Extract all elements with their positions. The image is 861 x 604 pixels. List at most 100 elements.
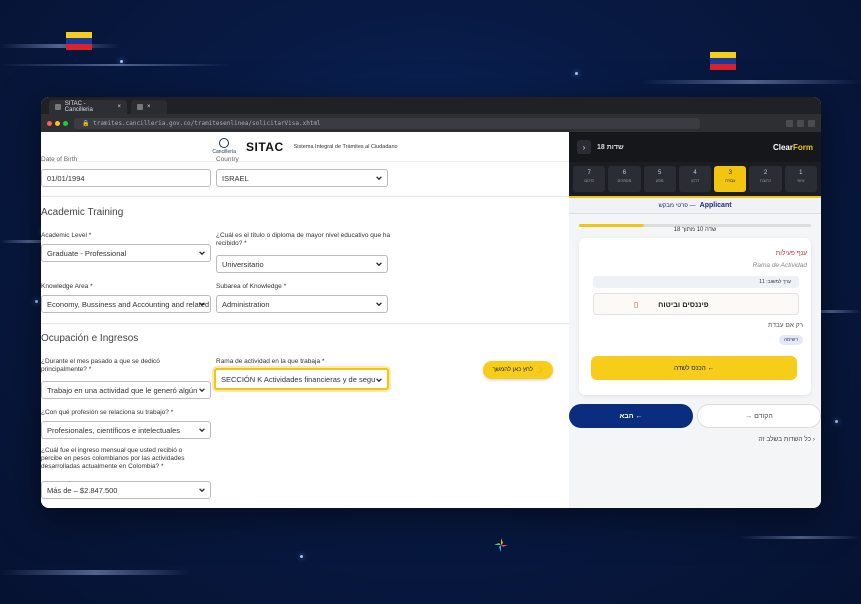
maximize-window-icon[interactable] [63,120,68,126]
feedback-hint: ערך למשוב: 11 [593,276,799,288]
step-number: 1 [799,170,803,176]
condition-note: רק אם עבדת [768,322,803,329]
extension-icon[interactable] [797,119,804,127]
step-tab[interactable]: 6 מסמכים [608,166,641,192]
step-tabs: 7 סיכום 6 מסמכים 5 מסע 4 דרכון 3 עבודה 2 כתובת 1 אישי [569,162,821,198]
extension-icon[interactable] [808,119,815,127]
cancilleria-logo: Cancillería [212,138,236,155]
minimize-window-icon[interactable] [55,120,60,126]
chevron-down-icon [199,428,205,433]
logo-clear: Clear [772,142,793,152]
step-number: 7 [587,170,591,176]
academic-level-label: Academic Level * [41,232,92,239]
activity-select[interactable]: Trabajo en una actividad que le generó a… [41,381,211,399]
applicant-bar: פרטי מבקש — Applicant [569,198,821,214]
knowledge-area-label: Knowledge Area * [41,283,93,290]
colombia-flag-icon [66,32,92,50]
profession-value: Profesionales, científicos e intelectual… [47,425,180,435]
url-text: tramites.cancilleria.gov.co/tramitesenli… [93,119,321,127]
step-number: 2 [763,170,768,176]
extension-icon[interactable] [786,119,793,127]
field-label-hebrew: ענף פעילות [775,250,807,257]
knowledge-area-select[interactable]: Economy, Bussiness and Accounting and re… [41,295,211,313]
country-select[interactable]: ISRAEL [216,169,388,187]
academic-section-title: Academic Training [41,207,124,218]
field-value: פיננסים וביטוח [658,299,709,309]
favicon-icon [55,104,61,110]
step-tab[interactable]: 4 דרכון [678,166,712,192]
close-icon[interactable]: × [147,104,151,110]
fill-field-button[interactable]: הכנס לשדה ← [591,356,797,380]
seal-icon [219,138,230,148]
light-streak [0,570,190,575]
chevron-right-icon[interactable]: › [577,140,591,154]
favicon-icon [137,104,143,110]
light-streak [0,64,230,66]
extensions [786,119,815,127]
academic-level-select[interactable]: Graduate - Professional [41,244,211,262]
url-field[interactable]: 🔒 tramites.cancilleria.gov.co/tramitesen… [74,117,700,129]
step-label: עבודה [725,178,736,183]
browser-tab[interactable]: × [131,100,167,114]
hand-pointer-icon: 👉 [535,367,544,374]
birth-date-input[interactable]: 01/01/1994 [41,169,211,187]
chevron-down-icon [199,302,205,307]
step-label: אישי [797,178,805,183]
degree-select[interactable]: Universitario [216,255,388,273]
step-label: כתובת [760,178,772,183]
chevron-down-icon [376,378,382,383]
step-tab[interactable]: 2 כתובת [749,166,782,192]
applicant-label: Applicant [699,202,732,209]
applicant-note: פרטי מבקש — [658,202,696,209]
browser-tabbar: SITAC - Cancilleria × × [41,97,821,114]
light-streak [640,80,861,84]
subarea-select[interactable]: Administration [216,295,388,313]
divider [41,323,569,324]
branch-select[interactable]: SECCIÓN K Actividades financieras y de s… [214,368,389,390]
browser-tab[interactable]: SITAC - Cancilleria × [49,100,127,114]
colombia-flag-icon [710,52,736,70]
browser-window: SITAC - Cancilleria × × 🔒 tramites.canci… [41,97,821,508]
country-label: Country [216,156,239,163]
field-value-box[interactable]: ▯ פיננסים וביטוח [593,293,799,315]
step-number: 6 [622,170,627,176]
profession-select[interactable]: Profesionales, científicos e intelectual… [41,421,211,439]
step-tab[interactable]: 7 סיכום [573,166,606,192]
country-value: ISRAEL [222,173,249,183]
step-tab[interactable]: 3 עבודה [714,166,747,192]
step-label: מסע [655,178,664,183]
sitac-logo: SITAC [246,139,284,154]
next-button[interactable]: הבא ← [569,404,693,428]
all-fields-link[interactable]: כל השדות בשלב זה › [758,436,815,443]
chevron-down-icon [376,262,382,267]
fields-count: 18 שדות [597,143,624,151]
income-label: ¿Cuál fue el ingreso mensual que usted r… [41,447,185,470]
continue-overlay-button[interactable]: לחץ כאן להמשך 👉 [483,361,553,379]
star-dot [35,300,38,303]
previous-button[interactable]: → הקודם [697,404,821,428]
browser-tab-label: SITAC - Cancilleria [64,101,93,113]
activity-value: Trabajo en una actividad que le generó a… [47,385,198,395]
list-badge: רשימה [778,335,803,345]
step-number: 5 [658,170,662,176]
knowledge-area-value: Economy, Bussiness and Accounting and re… [47,299,210,309]
document-icon: ▯ [634,299,639,309]
birth-date-label: Date of Birth [41,156,78,163]
degree-value: Universitario [222,259,264,269]
close-window-icon[interactable] [47,120,52,126]
chevron-down-icon [199,388,205,393]
clearform-mark-icon [494,538,508,552]
subarea-value: Administration [222,299,270,309]
light-streak [0,44,120,48]
close-icon[interactable]: × [117,104,121,110]
chevron-down-icon [199,251,205,256]
cancilleria-label: Cancillería [212,149,237,155]
branch-label: Rama de actividad en la que trabaja * [216,358,325,365]
profession-label: ¿Con qué profesión se relaciona su traba… [41,409,174,416]
light-streak [740,536,861,539]
sitac-header: Cancillería SITAC Sistema Integral de Tr… [41,132,569,162]
step-tab[interactable]: 1 אישי [784,166,817,192]
step-tab[interactable]: 5 מסע [643,166,676,192]
income-select[interactable]: Más de – $2.847.500 [41,481,211,499]
income-section-title: Ocupación e Ingresos [41,333,139,344]
